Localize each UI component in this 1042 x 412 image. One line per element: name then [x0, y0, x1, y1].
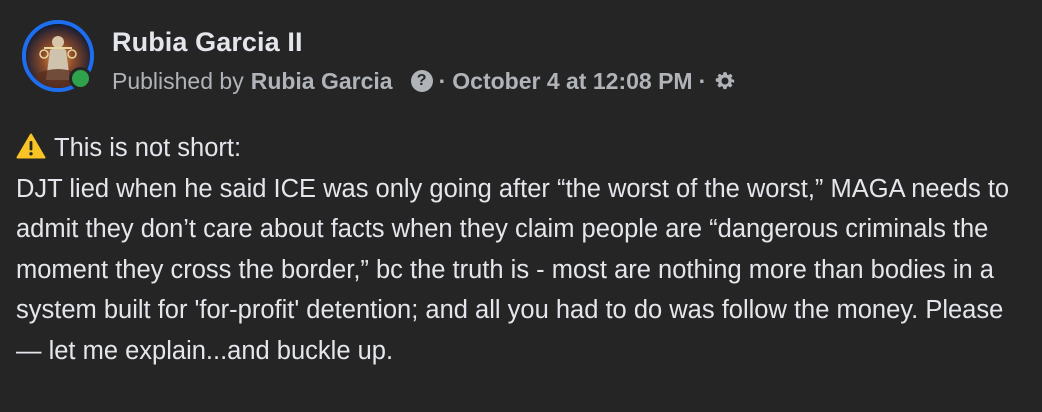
gear-icon[interactable]: [714, 70, 736, 92]
online-status-dot: [69, 67, 92, 90]
author-link[interactable]: Rubia Garcia: [251, 66, 393, 96]
post-meta: Rubia Garcia II Published by Rubia Garci…: [112, 20, 736, 96]
post-heading-line: This is not short:: [16, 128, 1032, 169]
post-body: This is not short: DJT lied when he said…: [16, 128, 1032, 371]
warning-icon: [16, 133, 46, 159]
separator-dot: ·: [698, 68, 707, 94]
post-text: DJT lied when he said ICE was only going…: [16, 174, 1010, 365]
post-heading-text: This is not short:: [54, 134, 242, 162]
facebook-post: Rubia Garcia II Published by Rubia Garci…: [0, 0, 1042, 412]
separator-dot: ·: [438, 68, 447, 94]
published-by-label: Published by: [112, 68, 244, 94]
question-circle-icon[interactable]: ?: [410, 70, 433, 92]
post-subline: Published by Rubia Garcia ? · October 4 …: [112, 66, 736, 96]
post-header: Rubia Garcia II Published by Rubia Garci…: [22, 20, 736, 96]
avatar-container[interactable]: [22, 20, 94, 92]
page-name-link[interactable]: Rubia Garcia II: [112, 24, 736, 60]
post-timestamp-link[interactable]: October 4 at 12:08 PM: [452, 66, 692, 96]
